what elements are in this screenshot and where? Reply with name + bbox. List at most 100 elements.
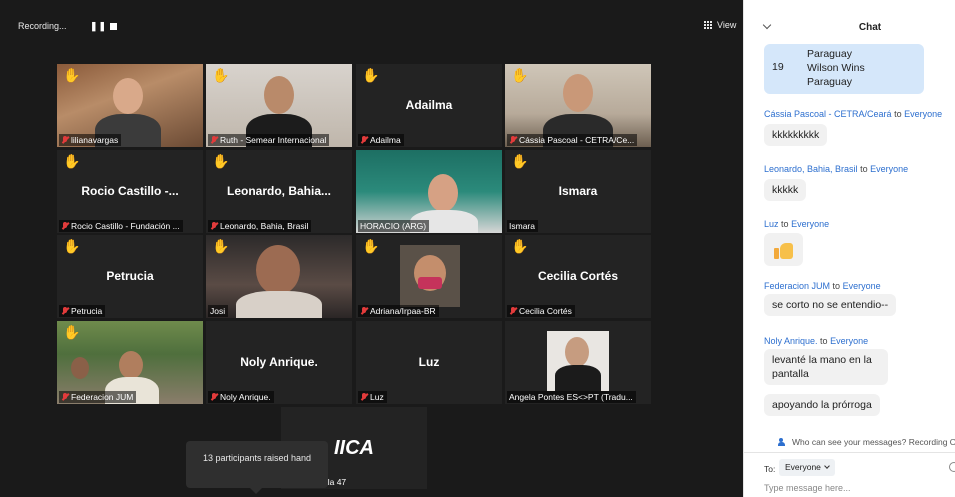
thumbs-up-icon [773,241,794,259]
raised-hand-icon: ✋ [511,238,529,254]
message-input[interactable] [764,483,944,493]
video-tile[interactable]: ✋ Ismara Ismara [505,150,651,233]
video-tile[interactable]: ✋ Ruth - Semear Internacional [206,64,352,147]
pause-recording-button[interactable]: ❚❚ [90,21,107,32]
chevron-down-icon [824,463,830,469]
participant-name: Ruth - Semear Internacional [220,135,327,145]
mic-muted-icon [61,222,69,230]
message-text: Paraguay [807,76,852,88]
participant-name: Adailma [370,135,401,145]
divider [744,452,955,453]
message-to: to [832,281,841,291]
raised-hand-icon: ✋ [63,238,81,254]
participant-name: Luz [370,392,384,402]
video-tile[interactable]: ✋ Petrucia Petrucia [57,235,203,318]
video-tile-active-speaker[interactable]: ✋ Josi [206,235,352,318]
message-meta: Cássia Pascoal - CETRA/Ceará to Everyone [764,109,942,119]
video-tile[interactable]: ✋ Federacion JUM [57,321,203,404]
video-tile[interactable]: ✋ Cecilia Cortés Cecilia Cortés [505,235,651,318]
stop-recording-button[interactable] [110,23,117,30]
participant-center-name: Luz [418,355,440,369]
participant-name: Federacion JUM [71,392,134,402]
participant-name: Ismara [509,221,535,231]
message-meta: Federacion JUM to Everyone [764,281,881,291]
message-to: to [820,336,828,346]
raised-hand-icon: ✋ [63,67,81,83]
mic-muted-icon [210,393,218,401]
participant-center-name: Noly Anrique. [240,355,318,369]
message-sender[interactable]: Federacion JUM [764,281,830,291]
message-to: to [860,164,868,174]
mic-muted-icon [61,393,69,401]
message-meta: Luz to Everyone [764,219,829,229]
video-tile[interactable]: Luz Luz [356,321,502,404]
view-label: View [717,20,737,30]
message-target[interactable]: Everyone [870,164,908,174]
chat-message-bubble: kkkkk [764,179,807,201]
recipient-value: Everyone [785,462,821,472]
message-sender[interactable]: Leonardo, Bahia, Brasil [764,164,858,174]
view-button[interactable]: View [704,20,736,30]
raised-hand-icon: ✋ [212,153,230,169]
video-tile[interactable]: Angela Pontes ES<>PT (Tradu... [505,321,651,404]
message-text: 19 [772,61,784,73]
participant-name: HORACIO (ARG) [360,221,427,231]
chat-message-bubble [764,233,803,266]
participant-name: lilianavargas [71,135,119,145]
message-target[interactable]: Everyone [843,281,881,291]
video-tile[interactable]: Noly Anrique. Noly Anrique. [206,321,352,404]
video-tile[interactable]: ✋ Rocio Castillo -... Rocio Castillo - F… [57,150,203,233]
mic-muted-icon [360,307,368,315]
raised-hand-icon: ✋ [511,67,529,83]
mic-muted-icon [509,307,517,315]
people-icon [778,438,788,446]
message-privacy-note[interactable]: Who can see your messages? Recording O [778,437,955,447]
video-tile[interactable]: ✋ lilianavargas [57,64,203,147]
raised-hand-icon: ✋ [63,153,81,169]
video-tile[interactable]: ✋ Leonardo, Bahia... Leonardo, Bahia, Br… [206,150,352,233]
participant-name: Leonardo, Bahia, Brasil [220,221,309,231]
chat-header: Chat [744,0,955,40]
raised-hand-icon: ✋ [511,153,529,169]
raised-hand-icon: ✋ [212,238,230,254]
grid-view-icon [704,20,713,30]
raised-hand-icon: ✋ [63,324,81,340]
message-sender[interactable]: Luz [764,219,779,229]
meeting-area: Recording... ❚❚ View ✋ lilianavargas ✋ R… [0,0,743,497]
chat-message-bubble: 19 Paraguay Wilson Wins Paraguay [764,44,924,94]
emoji-icon[interactable] [949,462,955,472]
mic-muted-icon [61,307,69,315]
message-target[interactable]: Everyone [791,219,829,229]
participant-name: Josi [210,306,226,316]
message-target[interactable]: Everyone [830,336,868,346]
video-tile[interactable]: HORACIO (ARG) [356,150,502,233]
chat-message-bubble: kkkkkkkkk [764,124,828,146]
video-tile[interactable]: ✋ Adriana/Irpaa-BR [356,235,502,318]
participant-center-name: Leonardo, Bahia... [226,184,331,198]
participant-center-name: Petrucia [106,269,154,283]
message-sender[interactable]: Cássia Pascoal - CETRA/Ceará [764,109,892,119]
video-tile[interactable]: ✋ Adailma Adailma [356,64,502,147]
message-text: Paraguay [807,48,852,60]
participant-center-name: Rocio Castillo -... [81,184,179,198]
message-to: to [894,109,902,119]
message-target[interactable]: Everyone [904,109,942,119]
mic-muted-icon [360,393,368,401]
participant-name: Cecilia Cortés [519,306,572,316]
video-tile[interactable]: ✋ Cássia Pascoal - CETRA/Ce... [505,64,651,147]
message-to: to [781,219,789,229]
participant-name: Noly Anrique. [220,392,271,402]
participant-name: Angela Pontes ES<>PT (Tradu... [509,392,633,402]
participant-name: Cássia Pascoal - CETRA/Ce... [519,135,635,145]
mic-muted-icon [210,222,218,230]
chat-message-bubble: apoyando la prórroga [764,394,880,416]
participant-center-name: Ismara [558,184,598,198]
chat-title: Chat [858,22,882,33]
message-sender[interactable]: Noly Anrique. [764,336,818,346]
mic-muted-icon [61,136,69,144]
mic-muted-icon [360,136,368,144]
message-meta: Leonardo, Bahia, Brasil to Everyone [764,164,908,174]
meeting-topbar: Recording... ❚❚ View [0,0,743,44]
recipient-select[interactable]: Everyone [779,459,835,476]
participant-name: Petrucia [71,306,103,316]
